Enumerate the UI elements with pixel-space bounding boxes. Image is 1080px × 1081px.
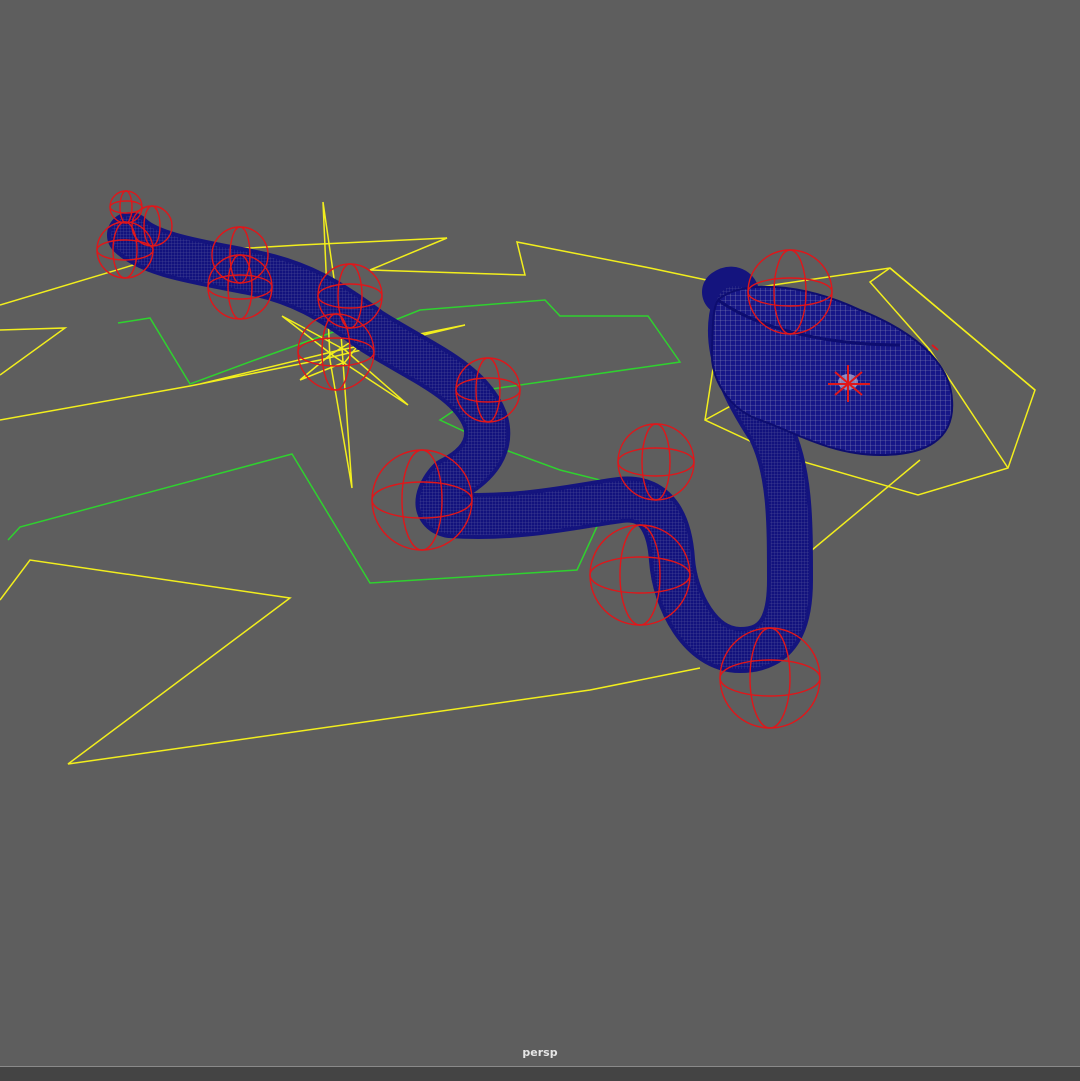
maya-perspective-viewport[interactable]: persp — [0, 0, 1080, 1081]
viewport-bottom-bar — [0, 1066, 1080, 1081]
camera-name-label: persp — [522, 1046, 558, 1059]
scene-canvas[interactable] — [0, 0, 1080, 1080]
